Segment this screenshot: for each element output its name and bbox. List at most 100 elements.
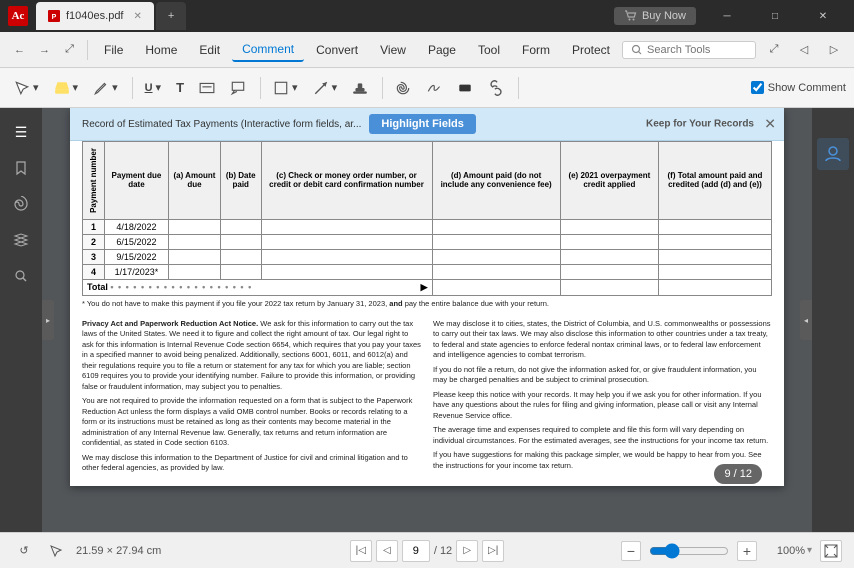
row-2-date[interactable]: 6/15/2022 xyxy=(105,234,169,249)
link-btn[interactable] xyxy=(482,77,510,99)
toolbar-btn-forward[interactable]: → xyxy=(33,38,56,62)
sidebar-icon-attach[interactable] xyxy=(5,188,37,220)
zoom-out-btn[interactable]: − xyxy=(621,541,641,561)
last-page-btn[interactable]: ▷| xyxy=(482,540,504,562)
toolbar-btn-nav-fwd[interactable]: ▷ xyxy=(822,38,846,62)
row-3-c[interactable] xyxy=(261,249,432,264)
toolbar-btn-back[interactable]: ← xyxy=(8,38,31,62)
underline-btn[interactable]: U▾ xyxy=(139,78,167,97)
pen-tool-btn[interactable]: ▾ xyxy=(87,77,124,99)
row-4-e[interactable] xyxy=(560,264,658,279)
prev-page-btn[interactable]: ◁ xyxy=(376,540,398,562)
active-tab[interactable]: P f1040es.pdf ✕ xyxy=(36,2,154,30)
row-3-a[interactable] xyxy=(168,249,220,264)
sidebar-icon-search[interactable] xyxy=(5,260,37,292)
menu-home[interactable]: Home xyxy=(135,39,187,61)
row-3-d[interactable] xyxy=(432,249,560,264)
row-4-d[interactable] xyxy=(432,264,560,279)
text-btn[interactable]: T xyxy=(170,77,190,98)
highlight-tool-btn[interactable]: ▾ xyxy=(48,77,85,99)
callout-btn[interactable] xyxy=(224,77,252,99)
buy-now-btn[interactable]: Buy Now xyxy=(614,7,696,25)
sidebar-icon-layers[interactable] xyxy=(5,224,37,256)
redact-btn[interactable] xyxy=(451,77,479,99)
row-4-date[interactable]: 1/17/2023* xyxy=(105,264,169,279)
table-row: 1 4/18/2022 xyxy=(83,219,772,234)
row-1-a[interactable] xyxy=(168,219,220,234)
bookmark-icon xyxy=(13,160,29,176)
row-4-c[interactable] xyxy=(261,264,432,279)
row-4-f[interactable] xyxy=(658,264,771,279)
row-2-d[interactable] xyxy=(432,234,560,249)
row-1-d[interactable] xyxy=(432,219,560,234)
menu-edit[interactable]: Edit xyxy=(189,39,230,61)
tab-close-icon[interactable]: ✕ xyxy=(134,11,142,22)
attach-btn[interactable] xyxy=(389,77,417,99)
zoom-in-btn[interactable]: + xyxy=(737,541,757,561)
search-input[interactable] xyxy=(647,44,747,56)
menu-protect[interactable]: Protect xyxy=(562,39,620,61)
menu-convert[interactable]: Convert xyxy=(306,39,368,61)
total-e[interactable] xyxy=(560,279,658,295)
menu-view[interactable]: View xyxy=(370,39,416,61)
show-comment-checkbox[interactable] xyxy=(751,81,764,94)
page-input[interactable] xyxy=(402,540,430,562)
row-3-b[interactable] xyxy=(220,249,261,264)
menu-form[interactable]: Form xyxy=(512,39,560,61)
minimize-btn[interactable]: ─ xyxy=(704,2,750,30)
pdf-area: Record of Estimated Tax Payments (Intera… xyxy=(42,108,812,532)
row-2-f[interactable] xyxy=(658,234,771,249)
link-icon xyxy=(488,80,504,96)
stamp-btn[interactable] xyxy=(346,77,374,99)
show-comment-label[interactable]: Show Comment xyxy=(751,81,846,94)
zoom-slider[interactable] xyxy=(649,543,729,559)
row-2-c[interactable] xyxy=(261,234,432,249)
zoom-dropdown-icon[interactable]: ▾ xyxy=(807,545,812,556)
sidebar-icon-bookmark[interactable] xyxy=(5,152,37,184)
first-page-btn[interactable]: |◁ xyxy=(350,540,372,562)
rotate-left-btn[interactable]: ↺ xyxy=(12,539,36,563)
new-tab-btn[interactable]: + xyxy=(156,2,186,30)
callout-icon xyxy=(230,80,246,96)
toolbar-btn-nav-back[interactable]: ◁ xyxy=(792,38,816,62)
row-3-date[interactable]: 9/15/2022 xyxy=(105,249,169,264)
menu-tool[interactable]: Tool xyxy=(468,39,510,61)
fit-page-btn[interactable] xyxy=(820,540,842,562)
total-f[interactable] xyxy=(658,279,771,295)
arrow-btn[interactable]: ▾ xyxy=(307,77,344,99)
shape-btn[interactable]: ▾ xyxy=(267,77,304,99)
row-3-e[interactable] xyxy=(560,249,658,264)
menu-page[interactable]: Page xyxy=(418,39,466,61)
signature-btn[interactable] xyxy=(420,77,448,99)
total-d[interactable] xyxy=(432,279,560,295)
row-4-a[interactable] xyxy=(168,264,220,279)
toolbar-btn-expand[interactable]: ⤢ xyxy=(58,38,81,62)
menu-file[interactable]: File xyxy=(94,39,133,61)
row-1-b[interactable] xyxy=(220,219,261,234)
menu-comment[interactable]: Comment xyxy=(232,38,304,62)
row-4-b[interactable] xyxy=(220,264,261,279)
search-box[interactable] xyxy=(622,41,756,59)
highlight-fields-btn[interactable]: Highlight Fields xyxy=(369,114,476,134)
row-3-f[interactable] xyxy=(658,249,771,264)
row-2-e[interactable] xyxy=(560,234,658,249)
row-1-date[interactable]: 4/18/2022 xyxy=(105,219,169,234)
cursor-status-icon xyxy=(49,544,63,558)
toolbar-btn-external[interactable]: ⤢ xyxy=(762,38,786,62)
banner-close-btn[interactable]: ✕ xyxy=(764,116,776,133)
row-1-c[interactable] xyxy=(261,219,432,234)
next-page-btn[interactable]: ▷ xyxy=(456,540,478,562)
text-box-btn[interactable] xyxy=(193,77,221,99)
row-1-f[interactable] xyxy=(658,219,771,234)
maximize-btn[interactable]: □ xyxy=(752,2,798,30)
row-2-b[interactable] xyxy=(220,234,261,249)
collapse-right-handle[interactable]: ◂ xyxy=(800,300,812,340)
select-mode-btn[interactable] xyxy=(44,539,68,563)
right-sidebar-icon[interactable] xyxy=(817,138,849,170)
row-2-a[interactable] xyxy=(168,234,220,249)
row-1-e[interactable] xyxy=(560,219,658,234)
close-btn[interactable]: ✕ xyxy=(800,2,846,30)
row-num-4: 4 xyxy=(83,264,105,279)
sidebar-icon-menu[interactable]: ☰ xyxy=(5,116,37,148)
select-tool-btn[interactable]: ▾ xyxy=(8,77,45,99)
